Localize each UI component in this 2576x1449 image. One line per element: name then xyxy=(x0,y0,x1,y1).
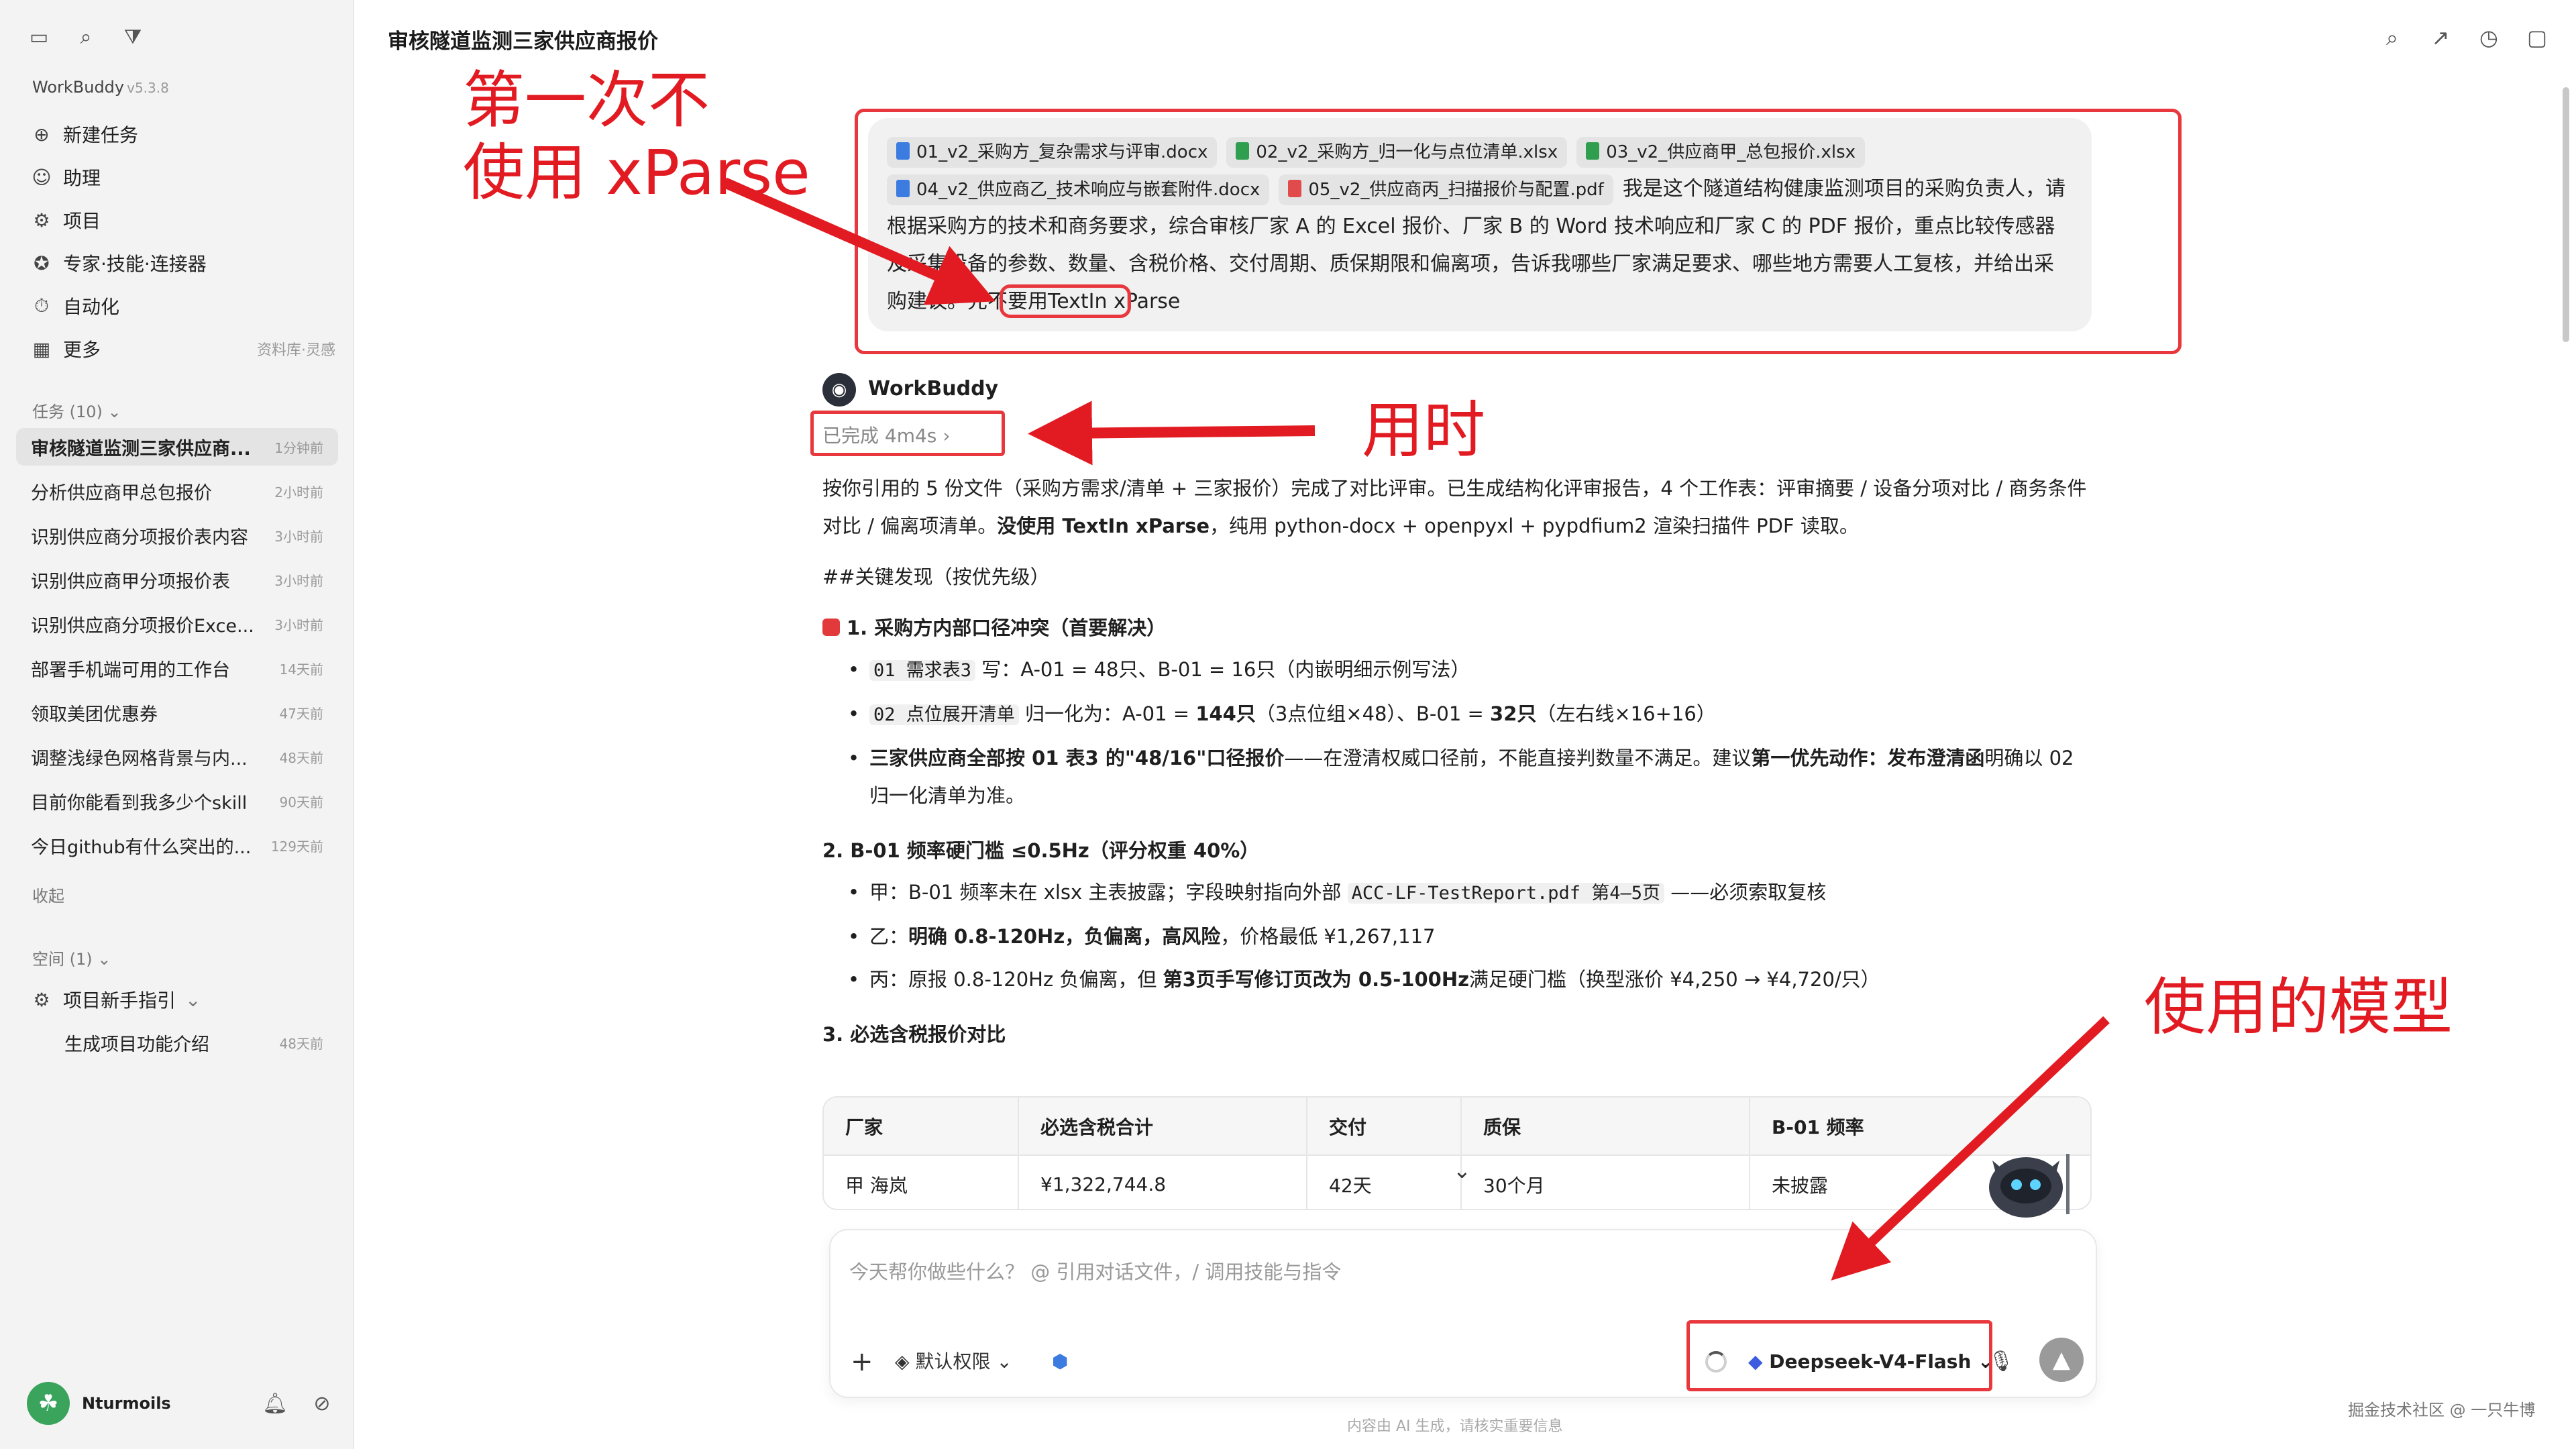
task-item[interactable]: 领取美团优惠券 47天前 xyxy=(16,694,338,731)
section-title: 2. B-01 频率硬门槛 ≤0.5Hz（评分权重 40%） xyxy=(822,839,1260,862)
list-item: 丙：原报 0.8-120Hz 负偏离，但 第3页手写修订页改为 0.5-100H… xyxy=(822,961,2090,998)
compass-icon[interactable]: ⊘ xyxy=(309,1392,335,1415)
chat-input[interactable] xyxy=(849,1245,2077,1299)
table-cell: 42天 xyxy=(1307,1155,1462,1209)
space-sub-item[interactable]: 生成项目功能介绍 48天前 xyxy=(16,1024,338,1061)
chevron-down-icon: ⌄ xyxy=(185,988,201,1011)
tasks-header[interactable]: 任务 (10) ⌄ xyxy=(32,398,121,422)
user-profile[interactable]: ☘ Nturmoils 🔔︎ ⊘ xyxy=(27,1382,335,1425)
table-header: 质保 xyxy=(1461,1097,1750,1155)
space-item[interactable]: ⚙ 项目新手指引 ⌄ xyxy=(30,981,335,1018)
avatar: ☘ xyxy=(27,1382,70,1425)
filter-icon[interactable]: ⧩ xyxy=(119,24,146,51)
table-cell: ¥1,322,744.8 xyxy=(1018,1155,1307,1209)
task-item[interactable]: 目前你能看到我多少个skill 90天前 xyxy=(16,782,338,820)
send-button[interactable]: ▲ xyxy=(2039,1338,2084,1382)
nav-project[interactable]: ⚙ 项目 xyxy=(30,201,335,239)
task-item[interactable]: 识别供应商甲分项报价表 3小时前 xyxy=(16,561,338,598)
table-cell: 30个月 xyxy=(1461,1155,1750,1209)
annotation-box-duration xyxy=(810,411,1005,456)
project-icon: ⚙ xyxy=(33,209,50,231)
sidebar: ▭ ⌕ ⧩ WorkBuddy v5.3.8 ⊕ 新建任务 ☺ 助理 ⚙ 项目 ✪ 专家·… xyxy=(0,0,354,1449)
list-item: 甲：B-01 频率未在 xlsx 主表披露；字段映射指向外部 ACC-LF-Te… xyxy=(822,873,2090,912)
task-item[interactable]: 识别供应商分项报价表内容 3小时前 xyxy=(16,517,338,554)
table-header: 必选含税合计 xyxy=(1018,1097,1307,1155)
assistant-icon: ☺ xyxy=(32,166,52,189)
section-title: 1. 采购方内部口径冲突（首要解决） xyxy=(822,609,2090,647)
task-item[interactable]: 审核隧道监测三家供应商... 1分钟前 xyxy=(16,428,338,466)
task-item[interactable]: 调整浅绿色网格背景与内... 48天前 xyxy=(16,738,338,775)
page-title: 审核隧道监测三家供应商报价 xyxy=(388,30,658,54)
bot-avatar: ◉ xyxy=(822,373,856,407)
chevron-down-icon: ⌄ xyxy=(107,402,121,421)
toggle-sidebar-icon[interactable]: ▭ xyxy=(25,24,52,51)
space-header[interactable]: 空间 (1) ⌄ xyxy=(32,946,111,969)
chevron-down-icon: ⌄ xyxy=(996,1350,1012,1373)
search-icon[interactable]: ⌕ xyxy=(72,24,99,51)
annotation-box-model xyxy=(1686,1320,1992,1391)
list-item: 三家供应商全部按 01 表3 的"48/16"口径报价——在澄清权威口径前，不能… xyxy=(822,739,2090,814)
siren-icon xyxy=(822,619,840,636)
mascot-robot-icon xyxy=(1989,1154,2070,1218)
bell-icon[interactable]: 🔔︎ xyxy=(262,1392,288,1415)
annotation-note-model: 使用的模型 xyxy=(2144,971,2453,1043)
nav-assistant[interactable]: ☺ 助理 xyxy=(30,158,335,196)
price-table: 厂家 必选含税合计 交付 质保 B-01 频率 甲 海岚 ¥1,322,744.… xyxy=(822,1096,2092,1210)
more-icon: ▦ xyxy=(32,337,51,360)
tool-hex-icon[interactable]: ⬢ xyxy=(1052,1346,1068,1378)
collapse-tasks-button[interactable]: 收起 xyxy=(32,883,64,906)
new-task-icon: ⊕ xyxy=(34,123,50,146)
brand: WorkBuddy v5.3.8 xyxy=(32,78,169,97)
nav-more[interactable]: ▦ 更多 资料库·灵感 xyxy=(30,330,335,368)
chevron-down-icon: ⌄ xyxy=(97,950,111,969)
list-item: 02 点位展开清单 归一化为：A-01 = 144只（3点位组×48）、B-01… xyxy=(822,695,2090,734)
table-cell: 甲 海岚 xyxy=(824,1155,1019,1209)
task-item[interactable]: 识别供应商分项报价Exce... 3小时前 xyxy=(16,605,338,643)
permission-select[interactable]: ◈ 默认权限 ⌄ xyxy=(895,1346,1012,1378)
shield-check-icon: ◈ xyxy=(895,1350,910,1373)
assistant-answer: 按你引用的 5 份文件（采购方需求/清单 + 三家报价）完成了对比评审。已生成结… xyxy=(822,470,2090,1057)
annotation-note-xparse: 第一次不 使用 xParse xyxy=(463,64,810,209)
expert-icon: ✪ xyxy=(34,252,50,274)
annotation-box-xparse xyxy=(1000,284,1131,318)
nav-expert[interactable]: ✪ 专家·技能·连接器 xyxy=(30,244,335,282)
table-header-row: 厂家 必选含税合计 交付 质保 B-01 频率 xyxy=(824,1097,2090,1155)
nav-automation[interactable]: ⏱ 自动化 xyxy=(30,287,335,325)
task-item[interactable]: 分析供应商甲总包报价 2小时前 xyxy=(16,472,338,510)
project-icon: ⚙ xyxy=(33,988,50,1011)
automation-icon: ⏱ xyxy=(34,294,49,317)
arrow-to-duration xyxy=(1028,400,1316,466)
bot-name: WorkBuddy xyxy=(868,377,999,400)
add-attachment-button[interactable]: + xyxy=(851,1346,873,1378)
task-item[interactable]: 今日github有什么突出的... 129天前 xyxy=(16,826,338,864)
ai-disclaimer: 内容由 AI 生成，请核实重要信息 xyxy=(1347,1418,1563,1435)
key-findings-heading: ##关键发现（按优先级） xyxy=(822,566,1050,588)
watermark: 掘金技术社区 @ 一只牛博 xyxy=(2348,1401,2536,1419)
list-item: 01 需求表3 写：A-01 = 48只、B-01 = 16只（内嵌明细示例写法… xyxy=(822,651,2090,690)
task-item[interactable]: 部署手机端可用的工作台 14天前 xyxy=(16,649,338,687)
list-item: 乙：明确 0.8-120Hz，负偏离，高风险，价格最低 ¥1,267,117 xyxy=(822,918,2090,955)
scroll-down-icon[interactable]: ⌄ xyxy=(1453,1158,1471,1183)
annotation-note-duration: 用时 xyxy=(1362,394,1486,466)
username: Nturmoils xyxy=(82,1394,171,1413)
table-header: 交付 xyxy=(1307,1097,1462,1155)
nav-new-task[interactable]: ⊕ 新建任务 xyxy=(30,115,335,153)
table-header: 厂家 xyxy=(824,1097,1019,1155)
scrollbar[interactable] xyxy=(2563,87,2569,342)
search-icon[interactable]: ⌕ xyxy=(2377,23,2407,52)
share-icon[interactable]: ↗ xyxy=(2426,23,2455,52)
history-icon[interactable]: ◷ xyxy=(2474,23,2504,52)
panel-icon[interactable]: ▢ xyxy=(2522,23,2552,52)
answer-intro: 按你引用的 5 份文件（采购方需求/清单 + 三家报价）完成了对比评审。已生成结… xyxy=(822,477,2087,537)
section-title: 3. 必选含税报价对比 xyxy=(822,1023,1006,1046)
